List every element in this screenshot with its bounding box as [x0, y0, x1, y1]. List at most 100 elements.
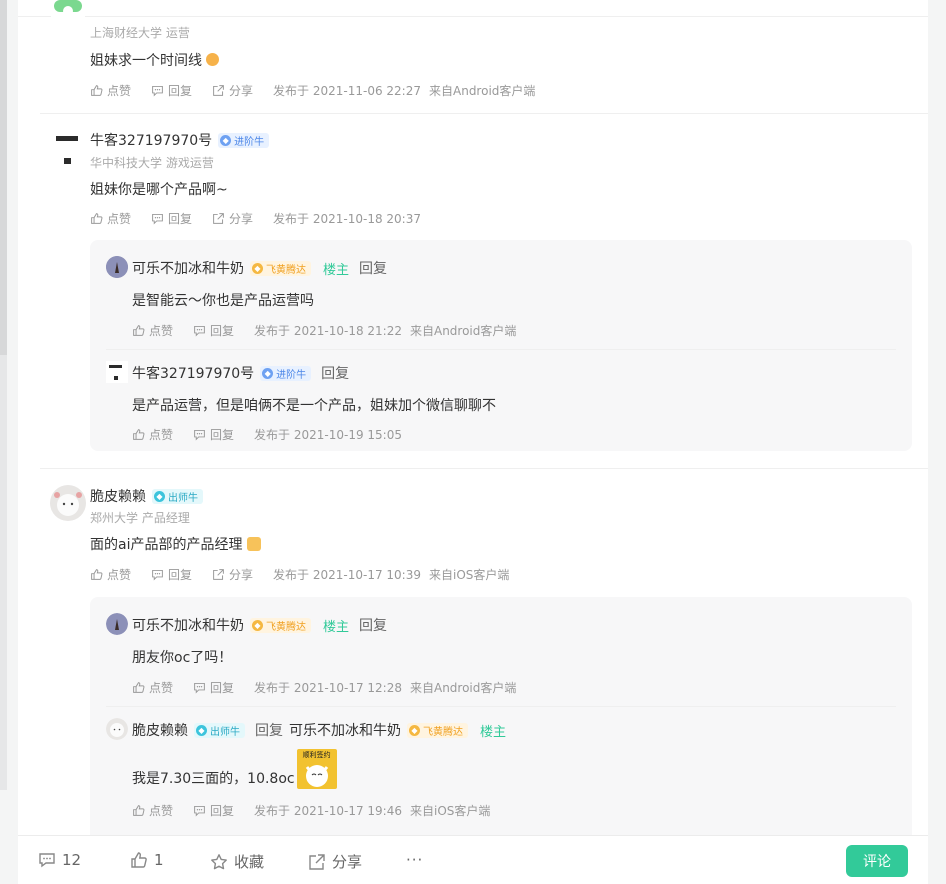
reply-label: 回复 [210, 681, 235, 695]
reply-label: 回复 [168, 84, 193, 98]
like-icon [91, 569, 103, 580]
like-button[interactable]: 点赞 [90, 82, 131, 99]
reply-button[interactable]: 回复 [193, 426, 234, 443]
reply-user-name[interactable]: 可乐不加冰和牛奶 [132, 258, 244, 278]
reply-icon [194, 682, 205, 694]
reply-user-name[interactable]: 可乐不加冰和牛奶 [132, 615, 244, 635]
like-label: 点赞 [107, 84, 132, 98]
star-icon [211, 853, 227, 869]
share-button[interactable]: 分享 [212, 210, 253, 227]
like-button[interactable]: 点赞 [132, 802, 173, 819]
like-icon [131, 852, 147, 868]
like-button[interactable]: 点赞 [132, 426, 173, 443]
share-label: 分享 [229, 84, 254, 98]
avatar[interactable] [51, 0, 85, 20]
reply-actions: 点赞 回复 发布于 2021-10-18 21:22 来自Android客户端 [132, 322, 524, 339]
comment-button[interactable]: 评论 [846, 845, 908, 877]
post-time: 发布于 2021-10-19 15:05 [254, 428, 402, 442]
reply-button[interactable]: 回复 [193, 679, 234, 696]
post-source: 来自Android客户端 [429, 84, 536, 98]
comment-divider [40, 113, 928, 114]
user-school: 上海财经大学 运营 [90, 26, 190, 40]
like-button[interactable]: 点赞 [132, 322, 173, 339]
badge-icon: ◆ [409, 724, 420, 736]
comment-divider [40, 468, 928, 469]
user-school: 华中科技大学 游戏运营 [90, 156, 214, 170]
more-icon: ··· [406, 851, 424, 869]
level-badge: ◆ 进阶牛 [260, 365, 312, 381]
like-button[interactable]: 点赞 [132, 679, 173, 696]
more-button[interactable]: ··· [406, 851, 423, 869]
reply-actions: 点赞 回复 发布于 2021-10-19 15:05 [132, 426, 410, 443]
reply-target-name[interactable]: 可乐不加冰和牛奶 [289, 720, 401, 740]
share-icon [213, 569, 224, 580]
badge-label: 飞黄腾达 [266, 264, 306, 276]
comments-count-button[interactable]: 12 [38, 851, 81, 869]
share-label: 分享 [229, 212, 254, 226]
reply-text: 我是7.30三面的，10.8oc [132, 771, 295, 787]
comment-text: 姐妹求一个时间线 [90, 53, 202, 69]
comment-list: 上海财经大学 运营 姐妹求一个时间线 点赞 回复 分享 发布于 2021-11-… [18, 0, 928, 884]
like-icon [91, 85, 103, 96]
avatar[interactable] [106, 718, 128, 740]
reply-content: 我是7.30三面的，10.8oc 顺利签约 [132, 749, 337, 789]
reply-actions: 点赞 回复 发布于 2021-10-17 12:28 来自Android客户端 [132, 679, 524, 696]
share-button[interactable]: 分享 [212, 566, 253, 583]
badge-icon: ◆ [220, 134, 232, 146]
emoji-icon [246, 537, 261, 551]
bottom-action-bar: 12 1 收藏 分享 ··· 评论 [18, 835, 928, 884]
share-button[interactable]: 分享 [212, 82, 253, 99]
comment-content: 面的ai产品部的产品经理 [90, 534, 261, 554]
reply-button[interactable]: 回复 [151, 210, 192, 227]
avatar[interactable] [52, 130, 86, 164]
comment-actions: 点赞 回复 分享 发布于 2021-11-06 22:27 来自Android客… [90, 82, 543, 99]
like-label: 点赞 [149, 324, 174, 338]
reply-header: 牛客327197970号 ◆ 进阶牛 回复 [132, 363, 349, 383]
user-name[interactable]: 脆皮赖赖 [90, 486, 146, 506]
share-button[interactable]: 分享 [308, 851, 362, 872]
share-label: 分享 [229, 568, 254, 582]
share-icon [213, 85, 224, 96]
badge-label: 飞黄腾达 [266, 621, 306, 633]
reply-user-name[interactable]: 脆皮赖赖 [132, 720, 188, 740]
reply-button[interactable]: 回复 [193, 802, 234, 819]
reply-icon [152, 85, 163, 97]
comment-actions: 点赞 回复 分享 发布于 2021-10-18 20:37 [90, 210, 429, 227]
like-label: 点赞 [107, 568, 132, 582]
reply-icon [194, 429, 205, 441]
post-source: 来自iOS客户端 [429, 568, 510, 582]
avatar[interactable] [106, 613, 128, 635]
like-label: 点赞 [149, 428, 174, 442]
badge-label: 进阶牛 [234, 136, 265, 148]
like-button[interactable]: 点赞 [90, 566, 131, 583]
reply-content: 朋友你oc了吗！ [132, 650, 233, 666]
like-count-button[interactable]: 1 [130, 851, 164, 869]
reply-icon [152, 569, 163, 581]
reply-button[interactable]: 回复 [193, 322, 234, 339]
post-time: 发布于 2021-10-18 20:37 [273, 212, 421, 226]
user-name[interactable]: 牛客327197970号 [90, 130, 212, 150]
reply-content: 是产品运营，但是咱俩不是一个产品，姐妹加个微信聊聊不 [132, 398, 496, 414]
like-button[interactable]: 点赞 [90, 210, 131, 227]
reply-user-name[interactable]: 牛客327197970号 [132, 363, 254, 383]
avatar[interactable] [106, 256, 128, 278]
like-icon [133, 682, 145, 693]
badge-icon: ◆ [196, 724, 207, 736]
reply-button[interactable]: 回复 [151, 566, 192, 583]
like-icon [133, 805, 145, 816]
level-badge: ◆ 出师牛 [152, 488, 203, 504]
reply-icon [152, 213, 163, 225]
comments-count: 12 [62, 851, 82, 869]
reply-actions: 点赞 回复 发布于 2021-10-17 19:46 来自iOS客户端 [132, 802, 498, 819]
badge-label: 出师牛 [210, 726, 240, 738]
avatar[interactable] [50, 485, 86, 521]
reply-label: 回复 [210, 324, 235, 338]
avatar[interactable] [106, 361, 128, 383]
scrollbar-thumb[interactable] [0, 0, 7, 355]
reply-button[interactable]: 回复 [151, 82, 192, 99]
share-label: 分享 [332, 853, 363, 871]
favorite-button[interactable]: 收藏 [210, 851, 264, 872]
left-scrollbar[interactable] [0, 0, 7, 790]
reply-thread: 可乐不加冰和牛奶 ◆ 飞黄腾达 楼主 回复 是智能云～你也是产品运营吗 点赞 回复… [90, 240, 912, 451]
level-badge: ◆ 飞黄腾达 [250, 617, 311, 633]
